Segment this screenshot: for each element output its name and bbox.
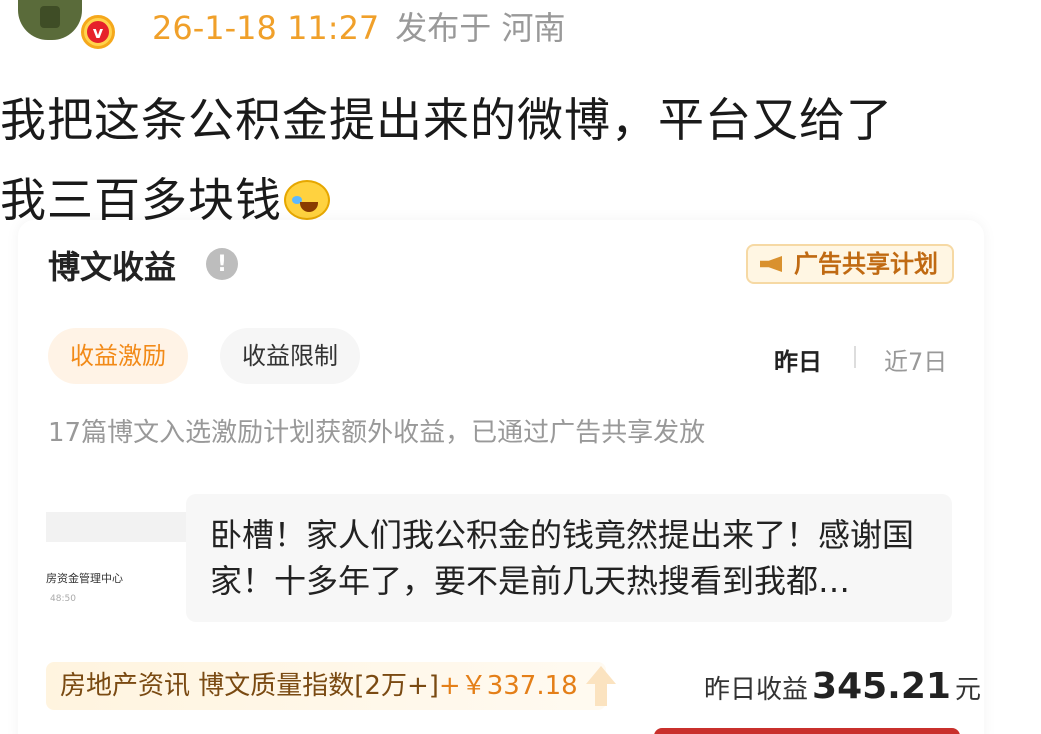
earnings-card: 博文收益 ! 广告共享计划 收益激励 收益限制 昨日 近7日 17篇博文入选激励… [18, 220, 984, 734]
post-meta: 26-1-18 11:27 发布于 河南 [152, 6, 565, 50]
thumbnail-org: 房资金管理中心 [46, 572, 123, 585]
thumbnail-bar [46, 512, 186, 542]
post-quote[interactable]: 卧槽！家人们我公积金的钱竟然提出来了！感谢国家！十多年了，要不是前几天热搜看到我… [186, 494, 952, 622]
ad-share-plan-button[interactable]: 广告共享计划 [746, 244, 954, 284]
earning-amount: +￥337.18 [438, 671, 578, 701]
bottom-action-button[interactable] [654, 728, 960, 734]
info-icon[interactable]: ! [206, 248, 238, 280]
period-yesterday[interactable]: 昨日 [774, 342, 822, 377]
tab-earnings-incentive[interactable]: 收益激励 [48, 328, 188, 384]
post-text-line-1: 我把这条公积金提出来的微博，平台又给了 [0, 93, 893, 147]
post-text-line-2-text: 我三百多块钱 [0, 173, 282, 227]
period-last-7-days[interactable]: 近7日 [884, 342, 947, 377]
post-location: 发布于 河南 [395, 9, 566, 47]
speaker-icon [760, 256, 782, 272]
post-time: 26-1-18 11:27 [152, 9, 380, 47]
card-title: 博文收益 [48, 248, 177, 286]
post-thumbnail[interactable]: 房资金管理中心 48:50 [46, 490, 186, 610]
post-body: 我把这条公积金提出来的微博，平台又给了 我三百多块钱 [0, 80, 1000, 240]
earning-strip: 房地产资讯 博文质量指数[2万+]+￥337.18 [46, 662, 606, 710]
user-avatar[interactable] [14, 0, 86, 48]
yesterday-earnings-unit: 元 [954, 675, 981, 705]
laugh-cry-icon [284, 180, 330, 220]
yesterday-earnings-label: 昨日收益 [704, 675, 809, 705]
incentive-notice: 17篇博文入选激励计划获额外收益，已通过广告共享发放 [48, 418, 706, 448]
thumbnail-time: 48:50 [50, 594, 76, 604]
verified-badge-icon: v [78, 12, 118, 52]
ad-share-plan-label: 广告共享计划 [794, 250, 938, 278]
earning-category: 房地产资讯 [60, 671, 191, 701]
tab-earnings-limit[interactable]: 收益限制 [220, 328, 360, 384]
avatar-collar [40, 6, 60, 28]
period-divider [854, 346, 856, 368]
earning-index: 博文质量指数[2万+] [198, 671, 439, 701]
yesterday-earnings: 昨日收益 345.21 元 [704, 664, 981, 713]
yesterday-earnings-value: 345.21 [812, 666, 951, 707]
